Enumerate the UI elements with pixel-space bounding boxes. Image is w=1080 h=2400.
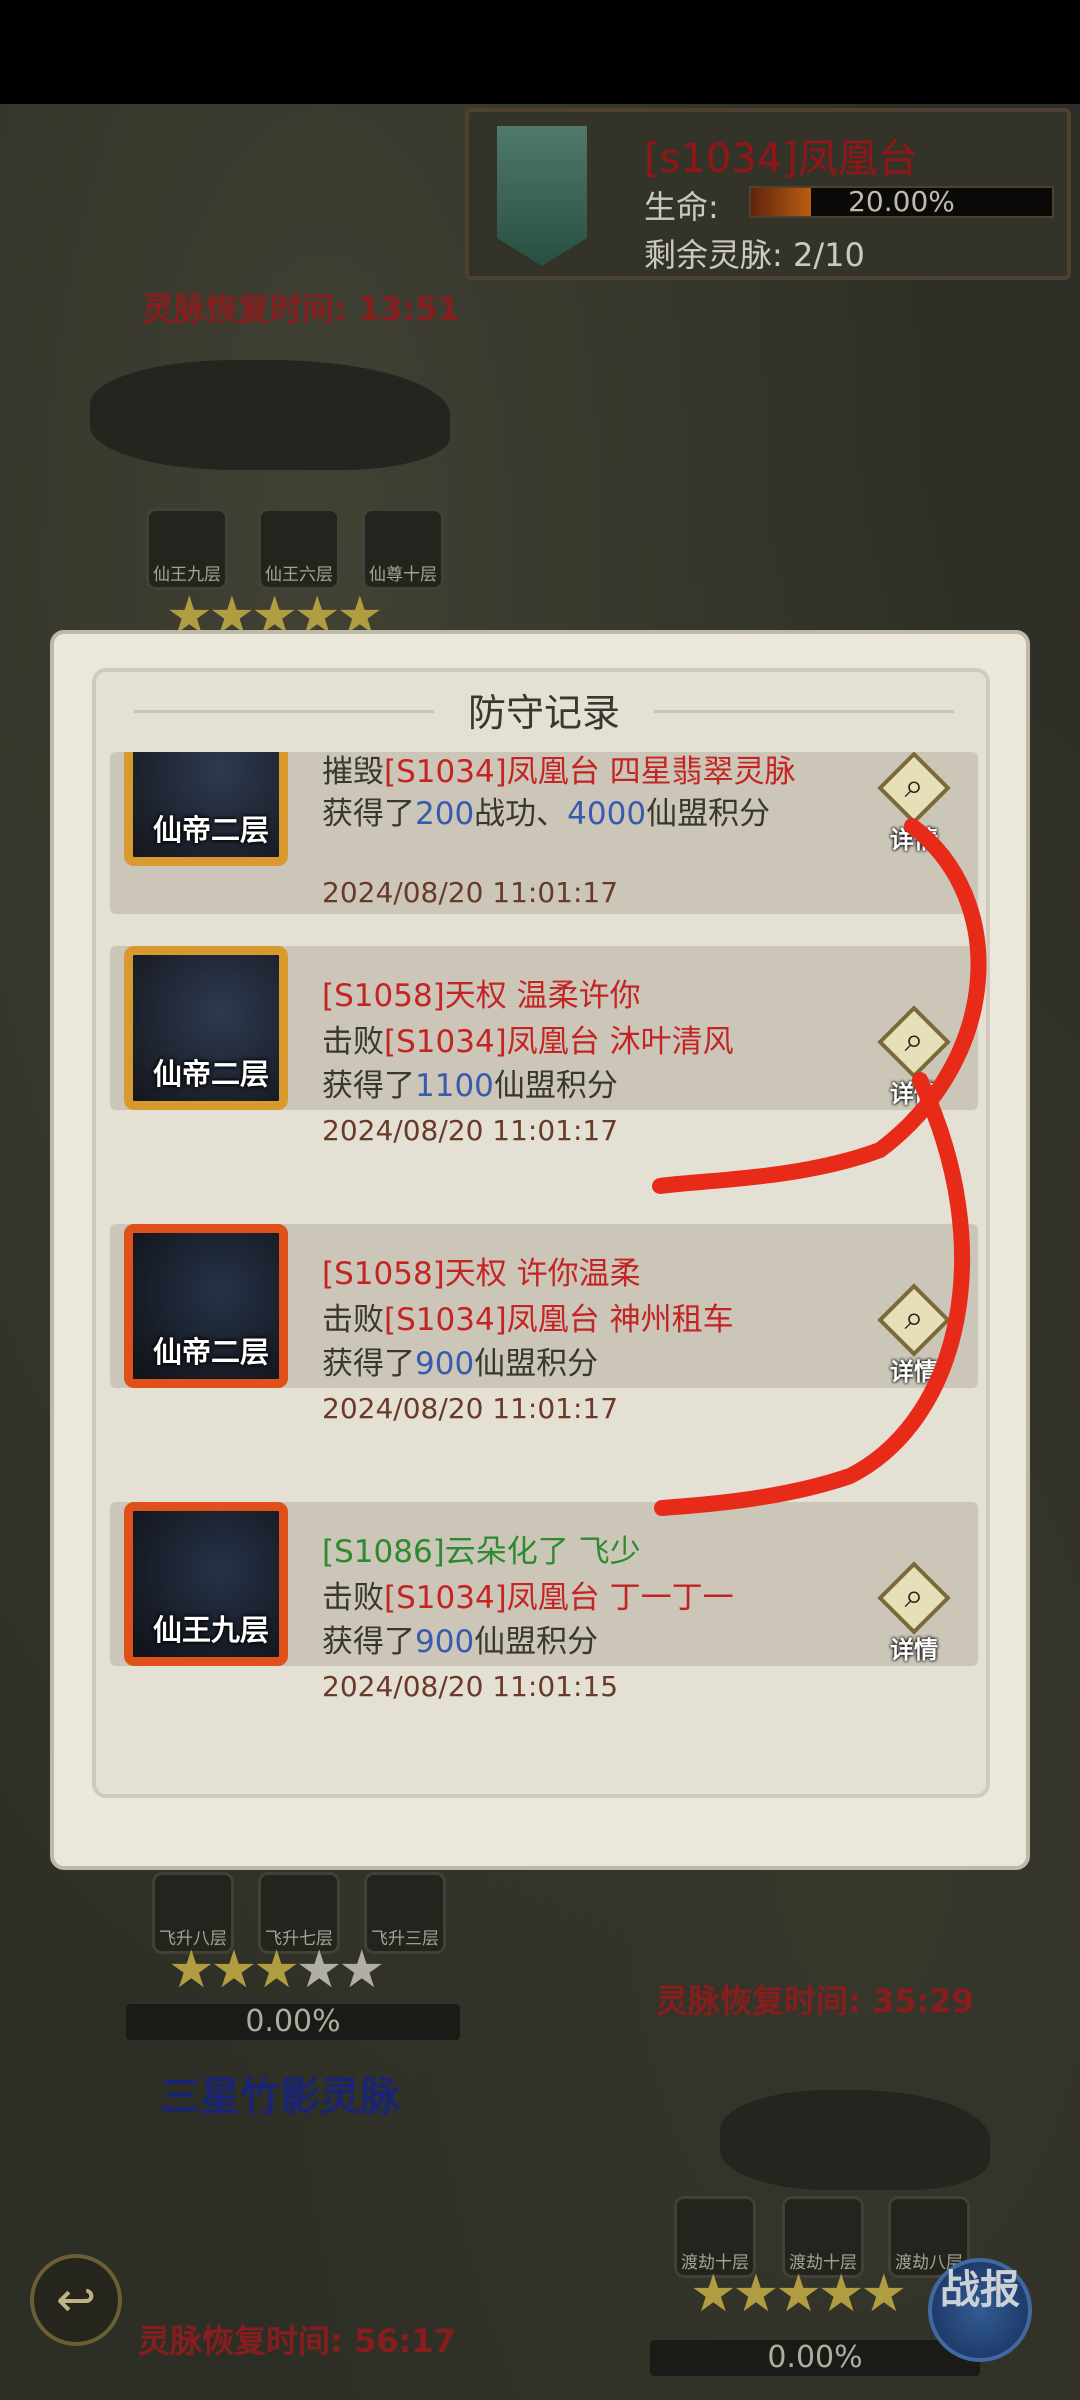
red-annotation-stroke	[652, 818, 987, 1516]
